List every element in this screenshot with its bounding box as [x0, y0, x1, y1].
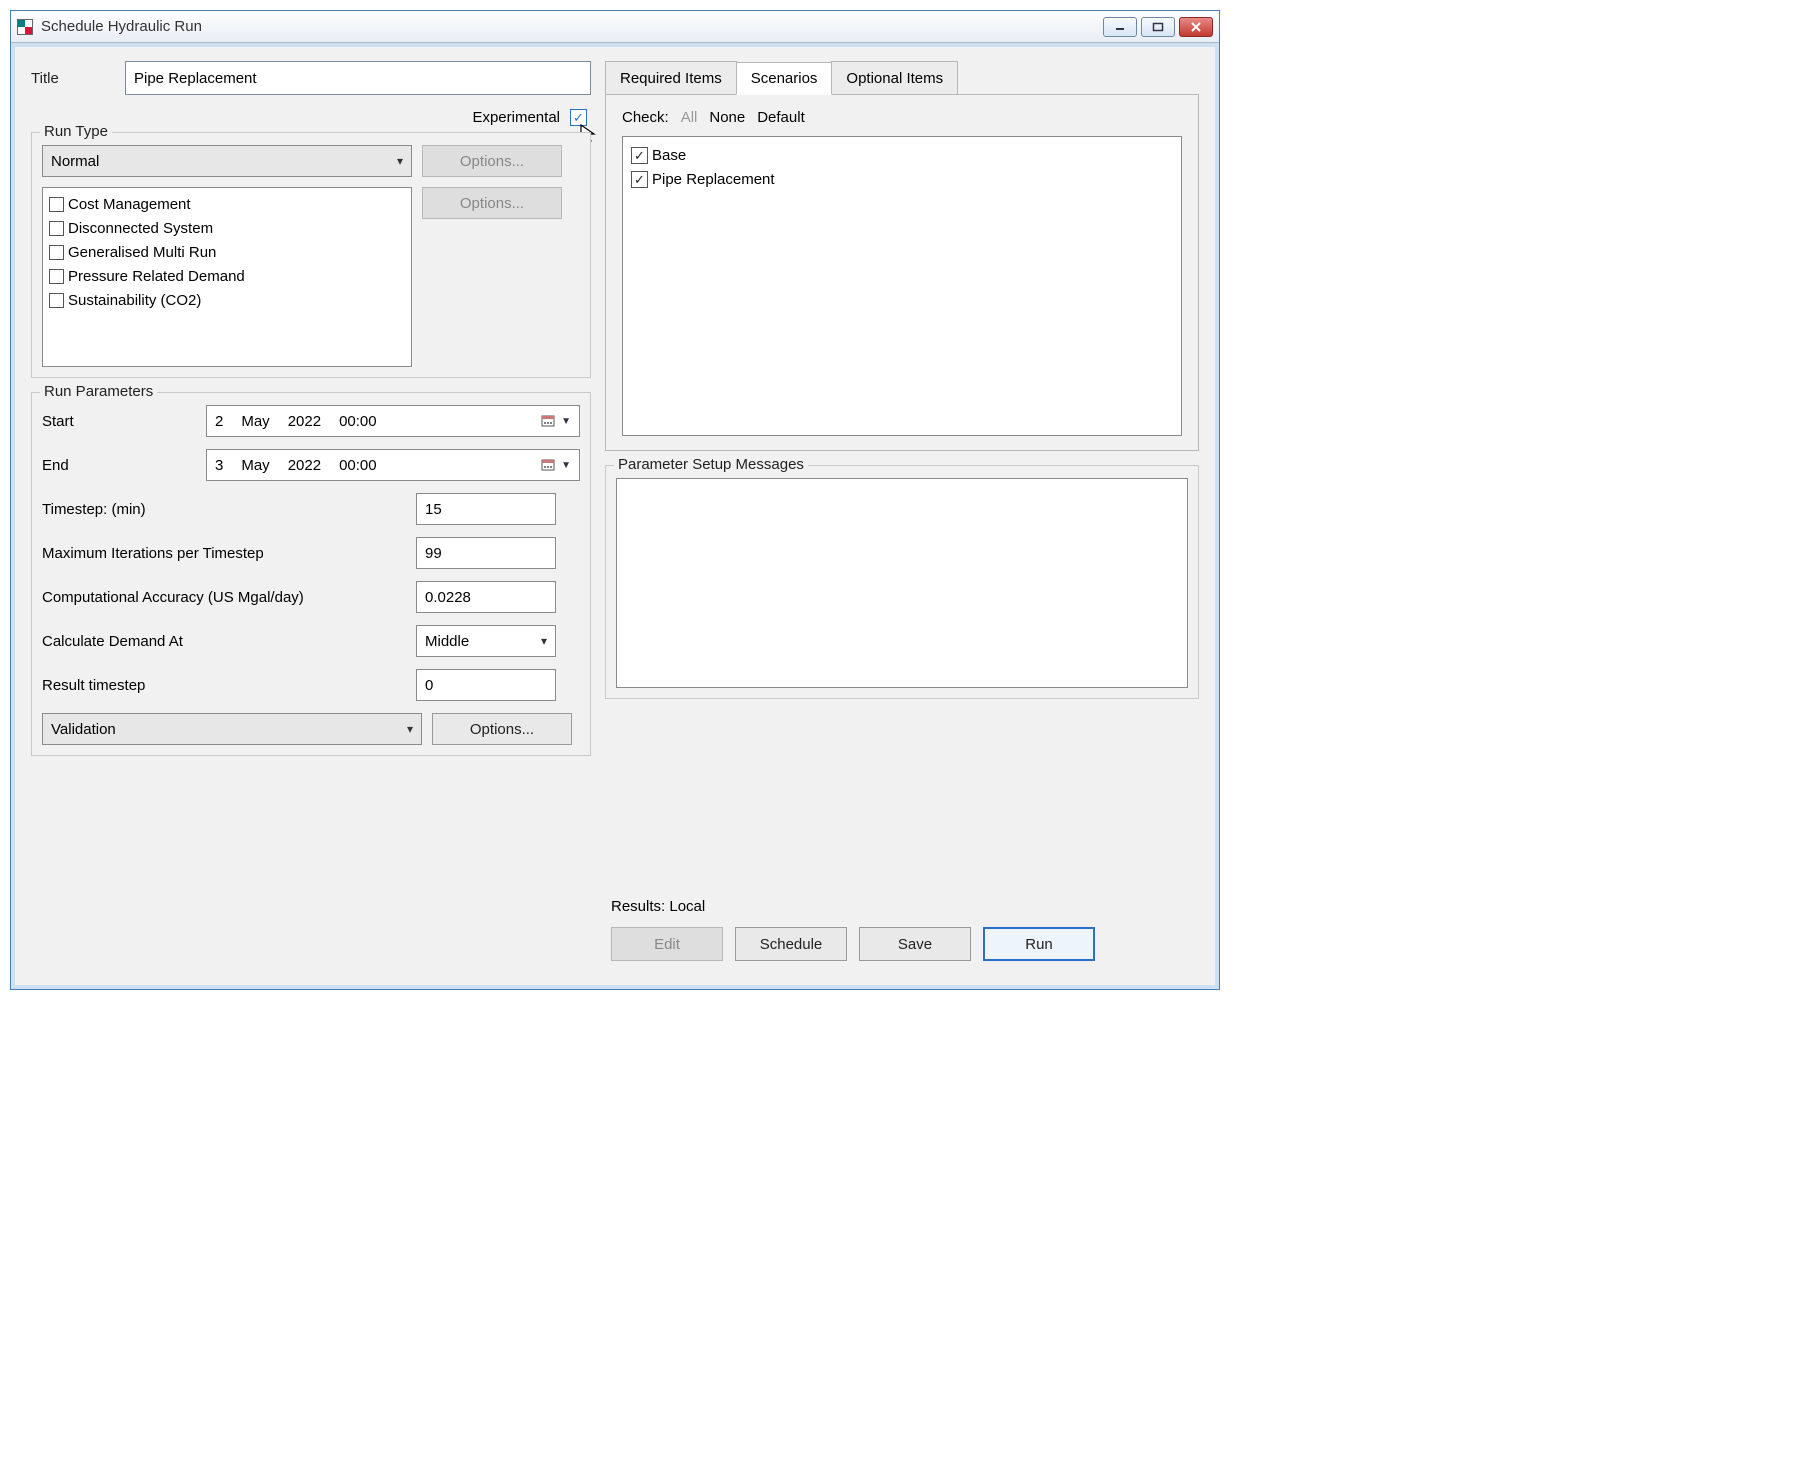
scenario-list[interactable]: Base Pipe Replacement: [622, 136, 1182, 436]
runtype-options-button-2[interactable]: Options...: [422, 187, 562, 219]
result-timestep-input[interactable]: [416, 669, 556, 701]
titlebar: Schedule Hydraulic Run: [11, 11, 1219, 43]
chevron-down-icon: ▾: [397, 154, 403, 168]
save-button[interactable]: Save: [859, 927, 971, 961]
check-all-link[interactable]: All: [681, 109, 698, 126]
scenario-item[interactable]: Pipe Replacement: [631, 167, 1173, 191]
accuracy-label: Computational Accuracy (US Mgal/day): [42, 589, 402, 606]
check-none-link[interactable]: None: [709, 109, 745, 126]
app-icon: [17, 19, 33, 35]
title-label: Title: [31, 70, 111, 87]
end-label: End: [42, 457, 192, 474]
minimize-button[interactable]: [1103, 17, 1137, 37]
run-button[interactable]: Run: [983, 927, 1095, 961]
checkbox-icon[interactable]: [49, 221, 64, 236]
checkbox-icon[interactable]: [49, 293, 64, 308]
calendar-dropdown-icon[interactable]: ▼: [541, 414, 571, 428]
list-item[interactable]: Sustainability (CO2): [49, 288, 405, 312]
window-title: Schedule Hydraulic Run: [41, 18, 202, 35]
demand-select[interactable]: Middle ▾: [416, 625, 556, 657]
run-parameters-legend: Run Parameters: [40, 383, 157, 400]
run-type-group: Run Type Normal ▾ Options... Cost Manage…: [31, 132, 591, 378]
run-type-legend: Run Type: [40, 123, 112, 140]
calendar-dropdown-icon[interactable]: ▼: [541, 458, 571, 472]
tab-scenarios[interactable]: Scenarios: [736, 62, 833, 95]
timestep-input[interactable]: [416, 493, 556, 525]
tab-required-items[interactable]: Required Items: [605, 61, 737, 94]
scenarios-panel: Check: All None Default Base Pipe Replac…: [605, 95, 1199, 451]
result-timestep-label: Result timestep: [42, 677, 402, 694]
window-frame: Schedule Hydraulic Run Title Ex: [10, 10, 1220, 990]
maxiter-label: Maximum Iterations per Timestep: [42, 545, 402, 562]
check-default-link[interactable]: Default: [757, 109, 805, 126]
run-type-value: Normal: [51, 153, 99, 170]
start-date-picker[interactable]: 2 May 2022 00:00 ▼: [206, 405, 580, 437]
parameter-messages-group: Parameter Setup Messages: [605, 465, 1199, 699]
chevron-down-icon: ▾: [407, 722, 413, 736]
list-item[interactable]: Disconnected System: [49, 216, 405, 240]
results-label: Results: Local: [611, 898, 1193, 915]
maxiter-input[interactable]: [416, 537, 556, 569]
scenario-item[interactable]: Base: [631, 143, 1173, 167]
list-item[interactable]: Pressure Related Demand: [49, 264, 405, 288]
experimental-label: Experimental: [472, 109, 560, 126]
validation-options-button[interactable]: Options...: [432, 713, 572, 745]
tab-optional-items[interactable]: Optional Items: [831, 61, 958, 94]
runtype-options-button-1[interactable]: Options...: [422, 145, 562, 177]
run-type-listbox[interactable]: Cost Management Disconnected System Gene…: [42, 187, 412, 367]
tabs: Required Items Scenarios Optional Items: [605, 61, 1199, 95]
schedule-button[interactable]: Schedule: [735, 927, 847, 961]
checkbox-icon[interactable]: [49, 197, 64, 212]
messages-box[interactable]: [616, 478, 1188, 688]
end-date-picker[interactable]: 3 May 2022 00:00 ▼: [206, 449, 580, 481]
footer: Results: Local Edit Schedule Save Run: [605, 888, 1199, 971]
list-item[interactable]: Generalised Multi Run: [49, 240, 405, 264]
close-button[interactable]: [1179, 17, 1213, 37]
validation-select[interactable]: Validation ▾: [42, 713, 422, 745]
edit-button[interactable]: Edit: [611, 927, 723, 961]
maximize-button[interactable]: [1141, 17, 1175, 37]
checkbox-icon[interactable]: [49, 245, 64, 260]
run-type-select[interactable]: Normal ▾: [42, 145, 412, 177]
start-label: Start: [42, 413, 192, 430]
accuracy-input[interactable]: [416, 581, 556, 613]
chevron-down-icon: ▾: [541, 634, 547, 648]
run-parameters-group: Run Parameters Start 2 May 2022 00:00: [31, 392, 591, 756]
list-item[interactable]: Cost Management: [49, 192, 405, 216]
scenario-checkbox[interactable]: [631, 147, 648, 164]
checkbox-icon[interactable]: [49, 269, 64, 284]
title-input[interactable]: [125, 61, 591, 95]
check-label: Check:: [622, 109, 669, 126]
timestep-label: Timestep: (min): [42, 501, 402, 518]
demand-label: Calculate Demand At: [42, 633, 402, 650]
scenario-checkbox[interactable]: [631, 171, 648, 188]
parameter-messages-legend: Parameter Setup Messages: [614, 456, 808, 473]
